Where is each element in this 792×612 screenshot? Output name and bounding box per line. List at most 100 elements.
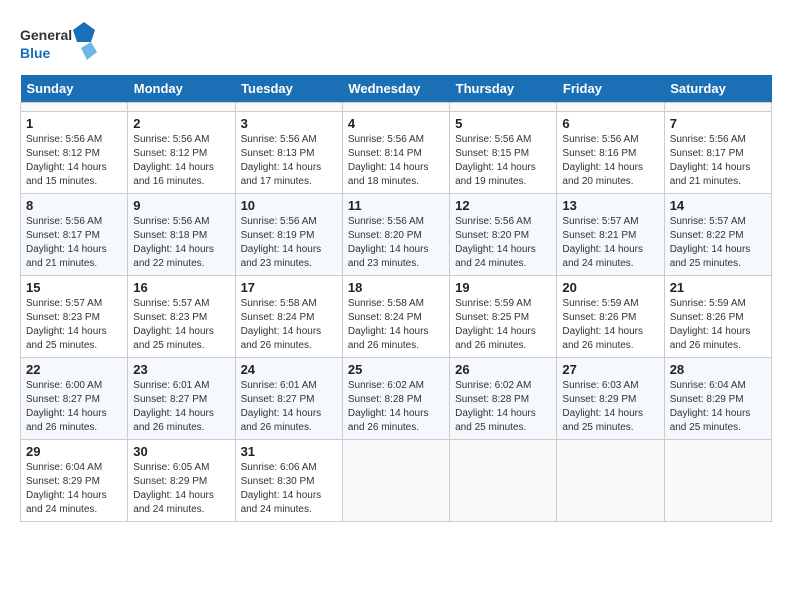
weekday-header-monday: Monday xyxy=(128,75,235,103)
calendar-cell: 30 Sunrise: 6:05 AMSunset: 8:29 PMDayligh… xyxy=(128,440,235,522)
calendar-cell: 3 Sunrise: 5:56 AMSunset: 8:13 PMDaylight… xyxy=(235,112,342,194)
day-info: Sunrise: 5:56 AMSunset: 8:17 PMDaylight:… xyxy=(26,215,122,271)
day-info: Sunrise: 5:58 AMSunset: 8:24 PMDaylight:… xyxy=(241,297,337,353)
calendar-cell xyxy=(557,103,664,112)
day-number: 27 xyxy=(562,362,658,377)
page-header: General Blue xyxy=(20,20,772,65)
calendar-cell: 16 Sunrise: 5:57 AMSunset: 8:23 PMDayligh… xyxy=(128,276,235,358)
calendar-cell: 24 Sunrise: 6:01 AMSunset: 8:27 PMDayligh… xyxy=(235,358,342,440)
calendar-cell: 22 Sunrise: 6:00 AMSunset: 8:27 PMDayligh… xyxy=(21,358,128,440)
svg-text:Blue: Blue xyxy=(20,45,51,61)
day-info: Sunrise: 5:56 AMSunset: 8:20 PMDaylight:… xyxy=(348,215,444,271)
day-info: Sunrise: 6:02 AMSunset: 8:28 PMDaylight:… xyxy=(455,379,551,435)
weekday-header-tuesday: Tuesday xyxy=(235,75,342,103)
calendar-cell: 5 Sunrise: 5:56 AMSunset: 8:15 PMDaylight… xyxy=(450,112,557,194)
day-info: Sunrise: 5:58 AMSunset: 8:24 PMDaylight:… xyxy=(348,297,444,353)
day-info: Sunrise: 5:57 AMSunset: 8:23 PMDaylight:… xyxy=(133,297,229,353)
calendar-cell: 28 Sunrise: 6:04 AMSunset: 8:29 PMDayligh… xyxy=(664,358,771,440)
calendar-week-3: 15 Sunrise: 5:57 AMSunset: 8:23 PMDayligh… xyxy=(21,276,772,358)
calendar-cell: 26 Sunrise: 6:02 AMSunset: 8:28 PMDayligh… xyxy=(450,358,557,440)
day-info: Sunrise: 5:59 AMSunset: 8:25 PMDaylight:… xyxy=(455,297,551,353)
calendar-cell: 12Sunrise: 5:56 AMSunset: 8:20 PMDayligh… xyxy=(450,194,557,276)
day-info: Sunrise: 6:01 AMSunset: 8:27 PMDaylight:… xyxy=(241,379,337,435)
day-number: 26 xyxy=(455,362,551,377)
day-number: 8 xyxy=(26,198,122,213)
day-number: 16 xyxy=(133,280,229,295)
calendar-cell: 9Sunrise: 5:56 AMSunset: 8:18 PMDaylight… xyxy=(128,194,235,276)
calendar-cell: 25Sunrise: 6:02 AMSunset: 8:28 PMDayligh… xyxy=(342,358,449,440)
calendar-cell: 13 Sunrise: 5:57 AMSunset: 8:21 PMDayligh… xyxy=(557,194,664,276)
calendar-cell: 27Sunrise: 6:03 AMSunset: 8:29 PMDayligh… xyxy=(557,358,664,440)
day-info: Sunrise: 5:56 AMSunset: 8:18 PMDaylight:… xyxy=(133,215,229,271)
day-number: 7 xyxy=(670,116,766,131)
calendar-cell: 19 Sunrise: 5:59 AMSunset: 8:25 PMDayligh… xyxy=(450,276,557,358)
day-info: Sunrise: 5:56 AMSunset: 8:13 PMDaylight:… xyxy=(241,133,337,189)
day-number: 14 xyxy=(670,198,766,213)
day-number: 5 xyxy=(455,116,551,131)
day-number: 19 xyxy=(455,280,551,295)
calendar-cell: 11 Sunrise: 5:56 AMSunset: 8:20 PMDayligh… xyxy=(342,194,449,276)
day-info: Sunrise: 5:56 AMSunset: 8:17 PMDaylight:… xyxy=(670,133,766,189)
calendar-table: SundayMondayTuesdayWednesdayThursdayFrid… xyxy=(20,75,772,522)
calendar-cell xyxy=(664,440,771,522)
day-number: 6 xyxy=(562,116,658,131)
calendar-cell: 1Sunrise: 5:56 AMSunset: 8:12 PMDaylight… xyxy=(21,112,128,194)
day-number: 17 xyxy=(241,280,337,295)
calendar-cell xyxy=(128,103,235,112)
day-number: 24 xyxy=(241,362,337,377)
day-number: 13 xyxy=(562,198,658,213)
day-number: 20 xyxy=(562,280,658,295)
day-number: 11 xyxy=(348,198,444,213)
calendar-cell: 14 Sunrise: 5:57 AMSunset: 8:22 PMDayligh… xyxy=(664,194,771,276)
weekday-header-saturday: Saturday xyxy=(664,75,771,103)
day-number: 25 xyxy=(348,362,444,377)
day-info: Sunrise: 5:56 AMSunset: 8:16 PMDaylight:… xyxy=(562,133,658,189)
day-info: Sunrise: 5:57 AMSunset: 8:21 PMDaylight:… xyxy=(562,215,658,271)
day-info: Sunrise: 6:01 AMSunset: 8:27 PMDaylight:… xyxy=(133,379,229,435)
day-info: Sunrise: 6:00 AMSunset: 8:27 PMDaylight:… xyxy=(26,379,122,435)
day-number: 18 xyxy=(348,280,444,295)
day-info: Sunrise: 5:59 AMSunset: 8:26 PMDaylight:… xyxy=(562,297,658,353)
logo-svg: General Blue xyxy=(20,20,100,65)
day-number: 4 xyxy=(348,116,444,131)
calendar-week-5: 29Sunrise: 6:04 AMSunset: 8:29 PMDayligh… xyxy=(21,440,772,522)
day-number: 31 xyxy=(241,444,337,459)
weekday-header-thursday: Thursday xyxy=(450,75,557,103)
day-number: 3 xyxy=(241,116,337,131)
day-info: Sunrise: 5:57 AMSunset: 8:22 PMDaylight:… xyxy=(670,215,766,271)
day-number: 30 xyxy=(133,444,229,459)
svg-text:General: General xyxy=(20,27,72,43)
logo: General Blue xyxy=(20,20,100,65)
day-number: 10 xyxy=(241,198,337,213)
calendar-cell xyxy=(450,103,557,112)
calendar-week-0 xyxy=(21,103,772,112)
calendar-cell: 10 Sunrise: 5:56 AMSunset: 8:19 PMDayligh… xyxy=(235,194,342,276)
day-number: 23 xyxy=(133,362,229,377)
weekday-header-row: SundayMondayTuesdayWednesdayThursdayFrid… xyxy=(21,75,772,103)
day-info: Sunrise: 5:57 AMSunset: 8:23 PMDaylight:… xyxy=(26,297,122,353)
calendar-cell xyxy=(557,440,664,522)
day-info: Sunrise: 5:56 AMSunset: 8:19 PMDaylight:… xyxy=(241,215,337,271)
day-number: 15 xyxy=(26,280,122,295)
calendar-cell: 21Sunrise: 5:59 AMSunset: 8:26 PMDayligh… xyxy=(664,276,771,358)
day-number: 1 xyxy=(26,116,122,131)
day-number: 29 xyxy=(26,444,122,459)
calendar-week-2: 8 Sunrise: 5:56 AMSunset: 8:17 PMDaylight… xyxy=(21,194,772,276)
calendar-week-1: 1 Sunrise: 5:56 AMSunset: 8:12 PMDaylight… xyxy=(21,112,772,194)
day-number: 28 xyxy=(670,362,766,377)
day-info: Sunrise: 5:56 AMSunset: 8:15 PMDaylight:… xyxy=(455,133,551,189)
day-info: Sunrise: 5:56 AMSunset: 8:20 PMDaylight:… xyxy=(455,215,551,271)
weekday-header-wednesday: Wednesday xyxy=(342,75,449,103)
calendar-week-4: 22 Sunrise: 6:00 AMSunset: 8:27 PMDayligh… xyxy=(21,358,772,440)
weekday-header-sunday: Sunday xyxy=(21,75,128,103)
day-info: Sunrise: 5:56 AMSunset: 8:12 PMDaylight:… xyxy=(133,133,229,189)
day-info: Sunrise: 6:06 AMSunset: 8:30 PMDaylight:… xyxy=(241,461,337,517)
weekday-header-friday: Friday xyxy=(557,75,664,103)
calendar-cell: 29Sunrise: 6:04 AMSunset: 8:29 PMDayligh… xyxy=(21,440,128,522)
day-info: Sunrise: 6:04 AMSunset: 8:29 PMDaylight:… xyxy=(670,379,766,435)
calendar-cell xyxy=(450,440,557,522)
calendar-cell xyxy=(342,440,449,522)
day-info: Sunrise: 6:05 AMSunset: 8:29 PMDaylight:… xyxy=(133,461,229,517)
calendar-cell xyxy=(664,103,771,112)
day-number: 22 xyxy=(26,362,122,377)
